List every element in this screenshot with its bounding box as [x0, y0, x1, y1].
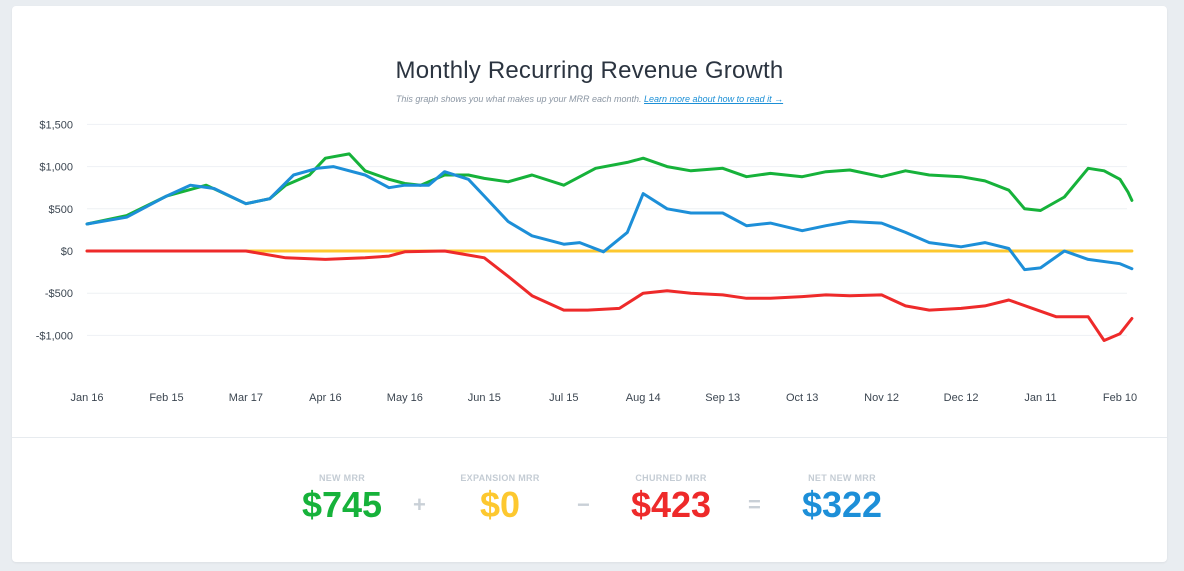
series-line-churned	[85, 249, 1134, 342]
mrr-card: Monthly Recurring Revenue Growth This gr…	[12, 6, 1167, 562]
x-tick-label: Feb 10	[1103, 392, 1137, 404]
metric-churned-mrr: CHURNED MRR $423	[621, 473, 721, 525]
x-axis-ticks: Jan 16 Feb 15 Mar 17 Apr 16 May 16 Jun 15 Jul …	[70, 392, 1137, 404]
metric-net-label: NET NEW MRR	[808, 473, 876, 483]
metric-churned-label: CHURNED MRR	[635, 473, 707, 483]
metric-churned-value: $423	[630, 484, 712, 525]
x-tick-label: Feb 15	[149, 392, 183, 404]
equals-operator: =	[748, 492, 761, 517]
y-tick-label: $0	[61, 246, 73, 258]
x-tick-label: Apr 16	[309, 392, 341, 404]
x-tick-label: Jul 15	[549, 392, 578, 404]
metric-expansion-value: $0	[479, 484, 521, 525]
metric-net-mrr: NET NEW MRR $322	[792, 473, 892, 525]
x-tick-label: May 16	[387, 392, 423, 404]
series-line-net	[85, 165, 1134, 272]
y-tick-label: -$500	[45, 288, 73, 300]
metric-net-value: $322	[801, 484, 883, 525]
x-tick-label: Jun 15	[468, 392, 501, 404]
metric-new-value: $745	[301, 484, 383, 525]
y-tick-label: $1,500	[39, 119, 73, 131]
metric-expansion-label: EXPANSION MRR	[460, 473, 540, 483]
section-divider	[12, 437, 1167, 438]
x-tick-label: Jan 11	[1024, 392, 1056, 404]
x-tick-label: Jan 16	[70, 392, 103, 404]
y-tick-label: $1,000	[39, 162, 73, 174]
y-tick-label: $500	[49, 204, 73, 216]
series-lines	[85, 152, 1134, 342]
x-tick-label: Aug 14	[626, 392, 661, 404]
mrr-line-chart: $1,500 $1,000 $500 $0 -$500 -$1,000 Jan 16 Feb…	[36, 119, 1137, 404]
metric-expansion-mrr: EXPANSION MRR $0	[455, 473, 545, 525]
x-tick-label: Nov 12	[864, 392, 899, 404]
x-tick-label: Sep 13	[705, 392, 740, 404]
metric-new-label: NEW MRR	[318, 473, 366, 483]
grid	[87, 123, 1127, 336]
minus-operator: −	[577, 492, 590, 517]
y-tick-label: -$1,000	[36, 330, 73, 342]
x-tick-label: Oct 13	[786, 392, 818, 404]
series-line-new	[85, 152, 1134, 226]
metric-new-mrr: NEW MRR $745	[292, 473, 392, 525]
y-axis-ticks: $1,500 $1,000 $500 $0 -$500 -$1,000	[36, 119, 73, 342]
x-tick-label: Dec 12	[944, 392, 979, 404]
plus-operator: +	[413, 492, 426, 517]
x-tick-label: Mar 17	[229, 392, 263, 404]
